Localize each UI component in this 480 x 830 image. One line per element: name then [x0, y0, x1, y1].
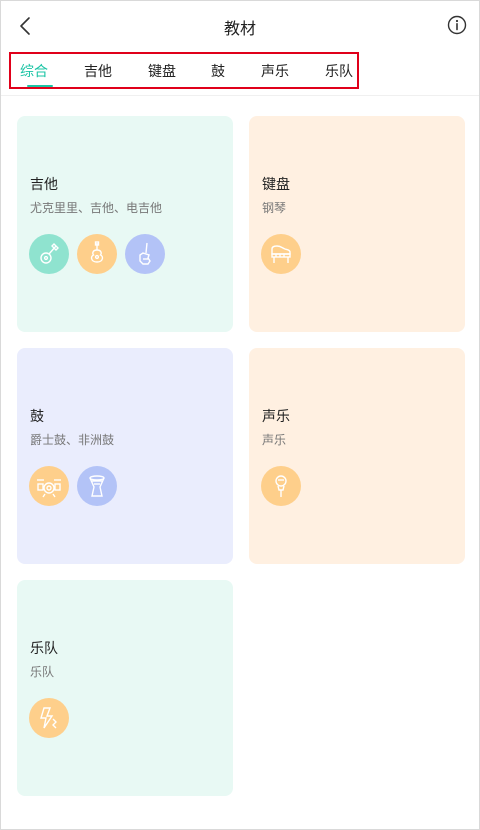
tab-bar: 综合 吉他 键盘 鼓 声乐 乐队	[9, 52, 359, 89]
card-title: 鼓	[30, 409, 44, 425]
active-tab-indicator	[27, 85, 53, 87]
tab-vocal[interactable]: 声乐	[261, 61, 289, 81]
drum-kit-icon	[29, 466, 69, 506]
card-subtitle: 声乐	[262, 433, 287, 447]
card-subtitle: 乐队	[30, 665, 55, 679]
card-title: 乐队	[30, 641, 58, 657]
piano-icon	[261, 234, 301, 274]
card-band[interactable]: 乐队 乐队	[17, 580, 233, 796]
header: 教材	[1, 1, 479, 51]
tab-band[interactable]: 乐队	[325, 61, 353, 81]
card-title: 键盘	[262, 177, 290, 193]
divider	[1, 95, 479, 96]
djembe-icon	[77, 466, 117, 506]
electric-guitar-icon	[125, 234, 165, 274]
microphone-icon	[261, 466, 301, 506]
acoustic-guitar-icon	[77, 234, 117, 274]
card-subtitle: 爵士鼓、非洲鼓	[30, 433, 115, 447]
info-icon[interactable]	[447, 15, 467, 35]
tab-comprehensive[interactable]: 综合	[20, 61, 48, 81]
card-subtitle: 尤克里里、吉他、电吉他	[30, 201, 163, 215]
card-title: 声乐	[262, 409, 290, 425]
ukulele-icon	[29, 234, 69, 274]
tab-keyboard[interactable]: 键盘	[148, 61, 176, 81]
tab-guitar[interactable]: 吉他	[84, 61, 112, 81]
tab-drums[interactable]: 鼓	[211, 61, 225, 81]
card-vocal[interactable]: 声乐 声乐	[249, 348, 465, 564]
band-lightning-icon	[29, 698, 69, 738]
page-title: 教材	[223, 19, 256, 38]
card-drums[interactable]: 鼓 爵士鼓、非洲鼓	[17, 348, 233, 564]
card-title: 吉他	[30, 177, 58, 193]
card-guitar[interactable]: 吉他 尤克里里、吉他、电吉他	[17, 116, 233, 332]
card-keyboard[interactable]: 键盘 钢琴	[249, 116, 465, 332]
card-subtitle: 钢琴	[262, 201, 287, 215]
